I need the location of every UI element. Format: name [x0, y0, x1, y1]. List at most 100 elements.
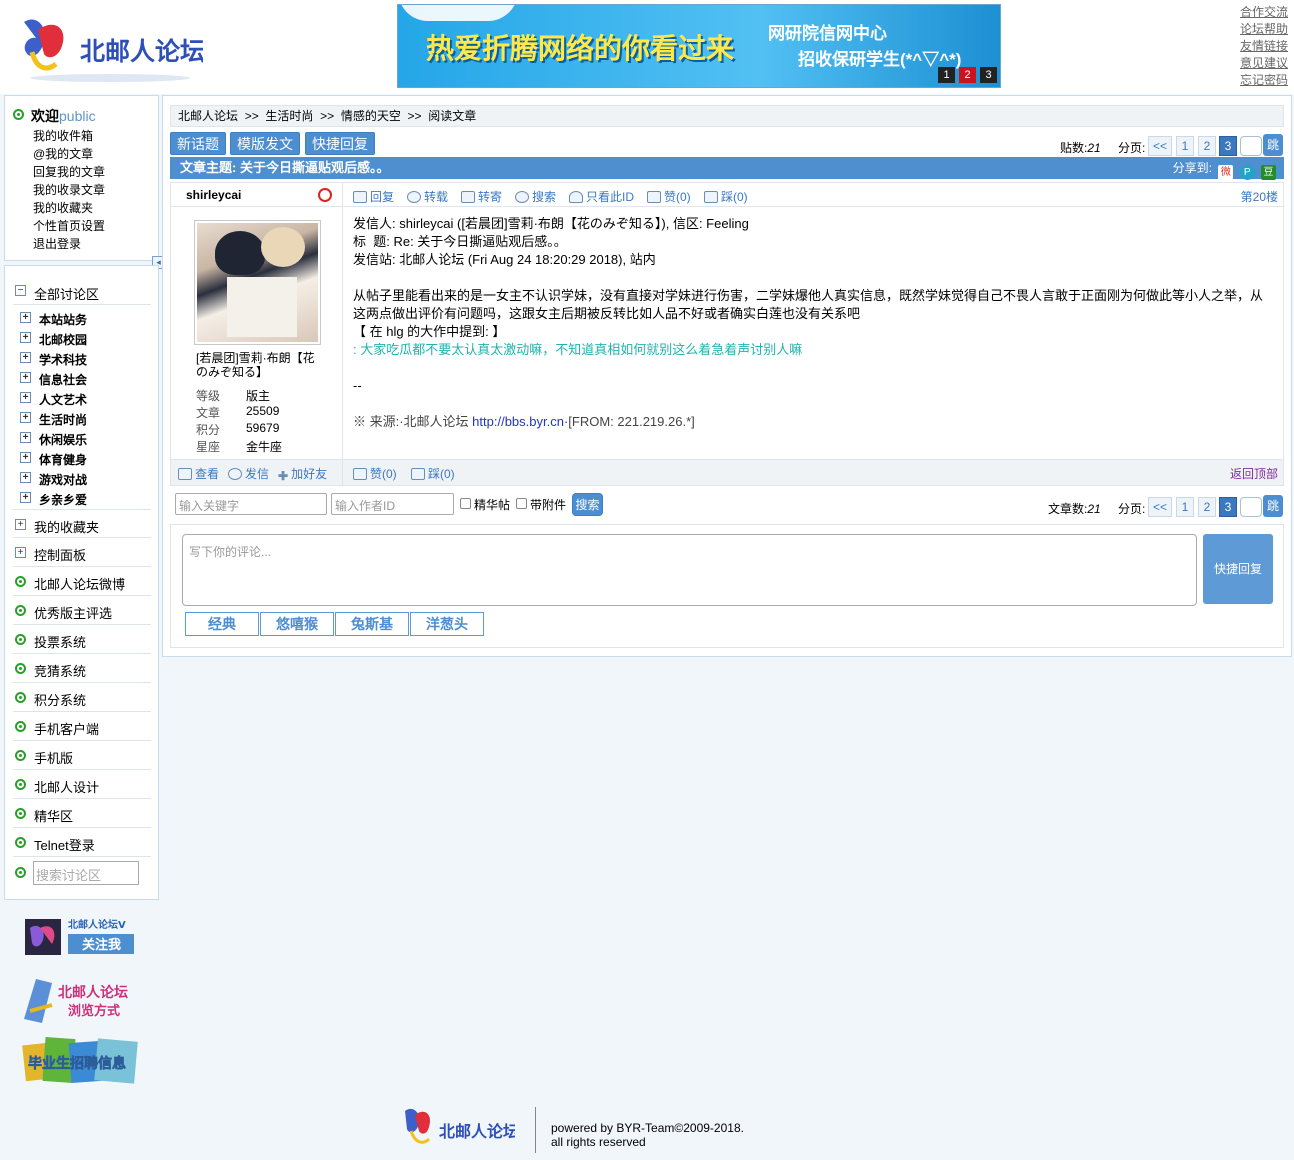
nav-weibo[interactable]: 北邮人论坛微博: [13, 567, 151, 596]
template-post-button[interactable]: 模版发文: [230, 132, 300, 155]
pager-bottom-jump-button[interactable]: 跳: [1263, 495, 1283, 517]
forward-button[interactable]: 转寄: [461, 188, 502, 205]
weibo-share-icon[interactable]: 微: [1218, 165, 1234, 180]
author-avatar[interactable]: [194, 220, 321, 345]
job-info-promo[interactable]: 毕业生招聘信息: [22, 1034, 140, 1088]
view-profile-button[interactable]: 查看: [178, 465, 219, 482]
banner-ad[interactable]: 热爱折腾网络的你看过来 网研院信网中心 招收保研学生(*^▽^*) 1 2 3: [397, 4, 1001, 88]
reply-button[interactable]: 回复: [353, 188, 394, 205]
collapse-icon[interactable]: −: [15, 285, 26, 296]
add-friend-button[interactable]: ✚ 加好友: [278, 465, 327, 483]
crumb-section[interactable]: 生活时尚: [265, 109, 313, 123]
pager-prev[interactable]: <<: [1148, 136, 1172, 156]
digest-checkbox[interactable]: [460, 498, 471, 509]
new-topic-button[interactable]: 新话题: [170, 132, 226, 155]
source-link[interactable]: http://bbs.byr.cn: [472, 414, 564, 429]
dot-icon: [15, 779, 26, 790]
expand-icon[interactable]: +: [20, 312, 31, 323]
site-logo[interactable]: 北邮人论坛: [18, 12, 205, 84]
post-search-button[interactable]: 搜索: [572, 493, 603, 516]
floor-number[interactable]: 第20楼: [1241, 188, 1278, 205]
banner-page-1[interactable]: 1: [938, 67, 955, 83]
pager-bottom-prev[interactable]: <<: [1148, 497, 1172, 517]
nav-favorites[interactable]: + 我的收藏夹: [13, 509, 151, 538]
pager-bottom-jump-input[interactable]: [1240, 497, 1262, 517]
link-feedback[interactable]: 意见建议: [1240, 55, 1288, 72]
expand-icon[interactable]: +: [20, 352, 31, 363]
banner-page-3[interactable]: 3: [980, 67, 997, 83]
nav-points-system[interactable]: 积分系统: [13, 683, 151, 712]
expand-icon[interactable]: +: [20, 372, 31, 383]
nav-guess-system[interactable]: 竞猜系统: [13, 654, 151, 683]
pager-jump-input[interactable]: [1240, 136, 1262, 156]
post-text: 从帖子里能看出来的是一女主不认识学妹，没有直接对学妹进行伤害，二学妹爆他人真实信…: [353, 288, 1264, 321]
nav-control-panel[interactable]: + 控制面板: [13, 538, 151, 567]
emoji-tab-onion[interactable]: 洋葱头: [410, 612, 484, 636]
only-this-id-button[interactable]: 只看此ID: [569, 188, 634, 205]
pager-jump-button[interactable]: 跳: [1263, 134, 1283, 156]
nav-vote-system[interactable]: 投票系统: [13, 625, 151, 654]
welcome-text: 欢迎public: [31, 108, 96, 124]
like-button[interactable]: 赞(0): [647, 188, 691, 205]
expand-icon[interactable]: +: [20, 332, 31, 343]
expand-icon[interactable]: +: [20, 452, 31, 463]
expand-icon[interactable]: +: [20, 412, 31, 423]
nav-mobile-client[interactable]: 手机客户端: [13, 712, 151, 741]
dislike-button[interactable]: 踩(0): [704, 188, 748, 205]
nav-digest[interactable]: 精华区: [13, 799, 151, 828]
expand-icon[interactable]: +: [20, 492, 31, 503]
nav-mobile-version[interactable]: 手机版: [13, 741, 151, 770]
nav-telnet[interactable]: Telnet登录: [13, 828, 151, 857]
author-id-input[interactable]: 输入作者ID: [331, 493, 454, 515]
menu-at-me[interactable]: @我的文章: [33, 147, 93, 161]
expand-icon[interactable]: +: [20, 392, 31, 403]
pager-bottom-page-3[interactable]: 3: [1219, 497, 1237, 517]
board-search-input[interactable]: 搜索讨论区: [33, 861, 139, 885]
emoji-tab-classic[interactable]: 经典: [185, 612, 259, 636]
quick-reply-button[interactable]: 快捷回复: [305, 132, 375, 155]
expand-icon[interactable]: +: [20, 432, 31, 443]
link-help[interactable]: 论坛帮助: [1240, 21, 1288, 38]
menu-collected[interactable]: 我的收录文章: [33, 183, 105, 197]
pager-bottom-page-1[interactable]: 1: [1176, 497, 1194, 517]
emoji-tab-tusiji[interactable]: 兔斯基: [335, 612, 409, 636]
expand-icon[interactable]: +: [15, 519, 26, 530]
link-cooperation[interactable]: 合作交流: [1240, 4, 1288, 21]
pager-bottom-page-2[interactable]: 2: [1198, 497, 1216, 517]
search-button[interactable]: 搜索: [515, 188, 556, 205]
footer-like-button[interactable]: 赞(0): [353, 465, 397, 482]
weibo-follow-promo[interactable]: 北邮人论坛V 关注我: [24, 916, 136, 958]
crumb-home[interactable]: 北邮人论坛: [178, 109, 238, 123]
menu-logout[interactable]: 退出登录: [33, 237, 81, 251]
submit-reply-button[interactable]: 快捷回复: [1203, 534, 1273, 604]
send-mail-button[interactable]: 发信: [228, 465, 269, 482]
footer-dislike-button[interactable]: 踩(0): [411, 465, 455, 482]
menu-replies[interactable]: 回复我的文章: [33, 165, 105, 179]
author-name[interactable]: shirleycai: [186, 188, 241, 202]
menu-settings[interactable]: 个性首页设置: [33, 219, 105, 233]
menu-inbox[interactable]: 我的收件箱: [33, 129, 93, 143]
douban-share-icon[interactable]: 豆: [1261, 165, 1276, 180]
expand-icon[interactable]: +: [20, 472, 31, 483]
expand-icon[interactable]: +: [15, 547, 26, 558]
tencent-share-icon[interactable]: P: [1239, 165, 1255, 180]
nav-all-boards[interactable]: − 全部讨论区: [13, 277, 151, 305]
search-icon: [515, 191, 529, 203]
pager-page-2[interactable]: 2: [1198, 136, 1216, 156]
nav-moderator-vote[interactable]: 优秀版主评选: [13, 596, 151, 625]
pager-page-1[interactable]: 1: [1176, 136, 1194, 156]
banner-page-2[interactable]: 2: [959, 67, 976, 83]
comment-textarea[interactable]: 写下你的评论...: [182, 534, 1197, 606]
crumb-board[interactable]: 情感的天空: [341, 109, 401, 123]
keyword-input[interactable]: 输入关键字: [175, 493, 327, 515]
emoji-tab-youxihou[interactable]: 悠嘻猴: [260, 612, 334, 636]
menu-favorites[interactable]: 我的收藏夹: [33, 201, 93, 215]
repost-button[interactable]: 转载: [407, 188, 448, 205]
attachment-checkbox[interactable]: [516, 498, 527, 509]
nav-design[interactable]: 北邮人设计: [13, 770, 151, 799]
link-forgot-password[interactable]: 忘记密码: [1240, 72, 1288, 89]
back-to-top-link[interactable]: 返回顶部: [1230, 465, 1278, 482]
browse-mode-promo[interactable]: 北邮人论坛 浏览方式: [22, 975, 140, 1025]
pager-page-3[interactable]: 3: [1219, 136, 1237, 156]
link-friends[interactable]: 友情链接: [1240, 38, 1288, 55]
